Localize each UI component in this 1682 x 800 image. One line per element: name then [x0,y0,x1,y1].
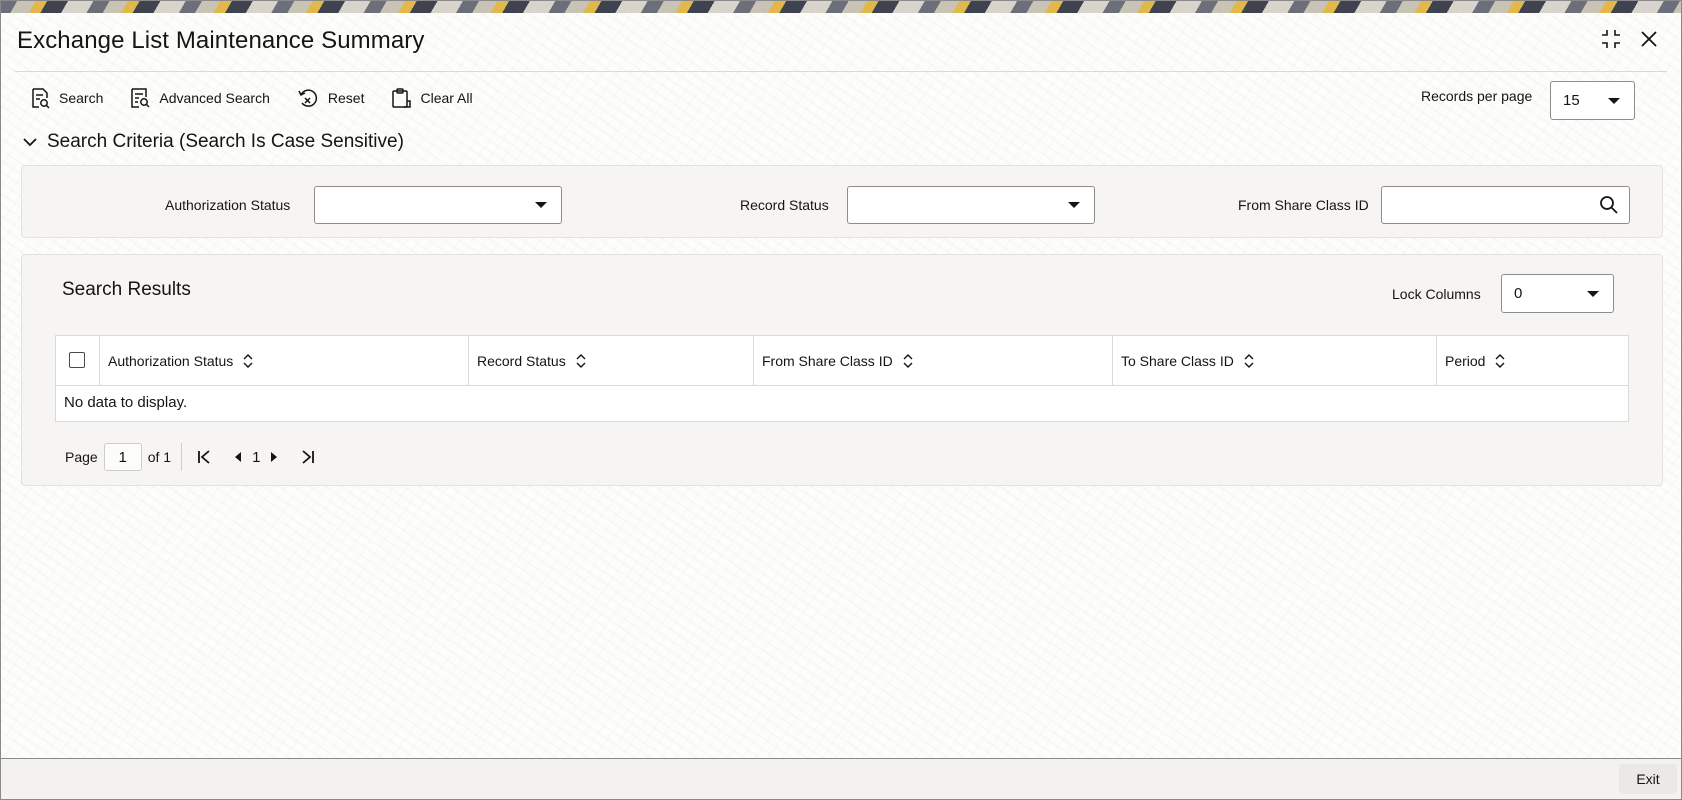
toolbar: Search Advanced Search Reset Clear All [29,83,473,113]
decorative-banner [1,1,1681,13]
title-divider [15,71,1667,72]
column-label: From Share Class ID [762,352,893,369]
column-label: To Share Class ID [1121,352,1234,369]
exit-button[interactable]: Exit [1619,764,1677,794]
records-per-page-select[interactable]: 15 [1550,81,1635,120]
chevron-down-icon [23,138,37,147]
records-per-page-value: 15 [1563,92,1580,109]
column-record-status[interactable]: Record Status [468,336,753,385]
column-authorization-status[interactable]: Authorization Status [99,336,468,385]
column-label: Authorization Status [108,352,234,369]
reset-label: Reset [327,90,365,106]
page-count-label: of 1 [147,449,172,465]
search-button[interactable]: Search [29,87,103,109]
search-criteria-heading: Search Criteria (Search Is Case Sensitiv… [47,131,404,152]
current-page: 1 [252,448,261,466]
sort-icon[interactable] [1495,353,1505,368]
advanced-search-label: Advanced Search [159,90,270,106]
sort-icon[interactable] [903,353,913,368]
column-from-share-class-id[interactable]: From Share Class ID [753,336,1112,385]
lock-columns-value: 0 [1514,285,1523,302]
sort-icon[interactable] [1244,353,1254,368]
last-page-icon[interactable] [296,443,320,471]
reset-button[interactable]: Reset [296,87,365,109]
chevron-down-icon [1587,290,1599,297]
pager-divider [181,443,183,471]
advanced-search-button[interactable]: Advanced Search [129,87,270,109]
advanced-search-icon [131,88,150,108]
empty-message: No data to display. [64,394,188,411]
record-status-label: Record Status [740,197,829,213]
lock-columns-label: Lock Columns [1392,286,1481,302]
page-number-input[interactable]: 1 [103,443,142,471]
column-period[interactable]: Period [1436,336,1628,385]
reset-icon [298,89,317,107]
search-doc-icon [32,88,50,109]
column-label: Period [1445,352,1486,369]
search-results-heading: Search Results [62,279,191,300]
from-share-class-input[interactable] [1381,186,1630,224]
records-per-page-label: Records per page [1421,88,1533,104]
maximize-icon[interactable] [1597,25,1625,53]
results-table: Authorization Status Record Status From … [55,335,1629,422]
chevron-down-icon [1608,97,1620,104]
close-icon[interactable] [1635,25,1663,53]
sort-icon[interactable] [576,353,586,368]
select-all-checkbox[interactable] [69,352,85,368]
pagination: Page 1 of 1 1 [65,442,320,472]
table-header: Authorization Status Record Status From … [56,336,1628,386]
magnifier-icon[interactable] [1599,195,1619,215]
clipboard-icon [392,88,412,108]
search-criteria-toggle[interactable]: Search Criteria (Search Is Case Sensitiv… [23,131,404,153]
authorization-status-select[interactable] [314,186,562,224]
page-label: Page [65,449,98,465]
search-criteria-panel: Authorization Status Record Status From … [21,165,1663,238]
column-label: Record Status [477,352,566,369]
chevron-down-icon [535,202,547,208]
lock-columns-select[interactable]: 0 [1501,274,1614,313]
summary-window: Exchange List Maintenance Summary Search… [0,0,1682,800]
authorization-status-label: Authorization Status [165,197,291,213]
sort-icon[interactable] [243,353,253,368]
prev-page-icon[interactable] [226,443,250,471]
first-page-icon[interactable] [192,443,216,471]
column-to-share-class-id[interactable]: To Share Class ID [1112,336,1436,385]
footer-bar: Exit [1,759,1681,799]
page-title: Exchange List Maintenance Summary [17,27,425,54]
record-status-select[interactable] [847,186,1095,224]
clear-all-button[interactable]: Clear All [390,87,473,109]
page-number-value: 1 [118,448,127,466]
search-button-label: Search [59,90,104,106]
next-page-icon[interactable] [262,443,286,471]
clear-all-label: Clear All [420,90,473,106]
from-share-class-label: From Share Class ID [1238,197,1369,213]
chevron-down-icon [1068,202,1080,208]
